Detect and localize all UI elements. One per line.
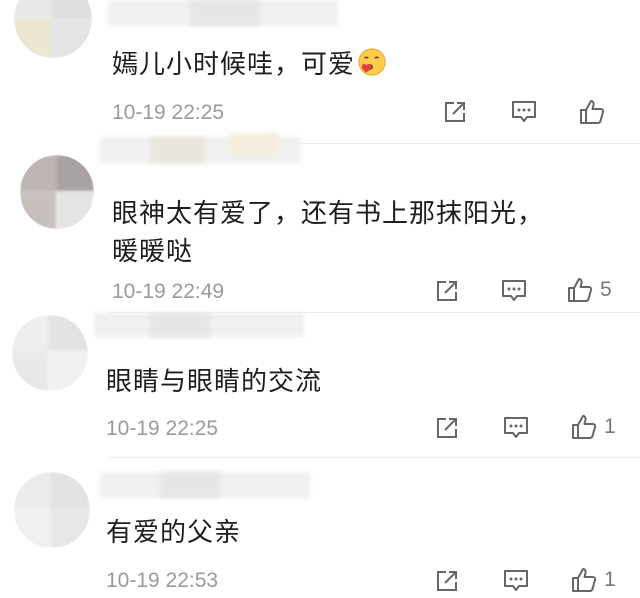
like-button[interactable] (578, 97, 612, 127)
share-button[interactable] (442, 97, 468, 127)
like-count: 1 (604, 568, 616, 591)
avatar[interactable] (20, 155, 94, 229)
comment-timestamp: 10-19 22:25 (112, 101, 225, 124)
comment-button[interactable] (502, 413, 530, 443)
divider (108, 457, 640, 458)
share-icon (437, 571, 457, 591)
avatar[interactable] (14, 472, 90, 548)
like-button[interactable]: 1 (570, 565, 616, 595)
comment-timestamp: 10-19 22:25 (106, 417, 219, 440)
share-icon (445, 102, 465, 122)
comment-icon (504, 417, 528, 438)
like-button[interactable]: 1 (570, 412, 616, 442)
like-count: 5 (600, 278, 612, 301)
comment-text: 有爱的父亲 (106, 518, 242, 548)
comment-button[interactable] (510, 97, 538, 127)
comment-timestamp: 10-19 22:53 (106, 569, 219, 592)
comment-icon (504, 570, 528, 591)
comment-item: 有爱的父亲 10-19 22:53 1 (0, 462, 640, 598)
like-button[interactable]: 5 (566, 275, 612, 305)
like-count: 1 (604, 415, 616, 438)
avatar[interactable] (14, 0, 92, 58)
comment-item: 嫣儿小时候哇，可爱 10-19 22:25 (0, 0, 640, 145)
like-icon (568, 278, 593, 302)
share-button[interactable] (434, 413, 460, 443)
like-icon (572, 568, 597, 592)
share-button[interactable] (434, 566, 460, 596)
like-icon (580, 100, 605, 124)
comment-button[interactable] (500, 276, 528, 306)
kissing-heart-emoji-icon (358, 48, 386, 76)
comment-icon (502, 280, 526, 301)
comment-item: 眼睛与眼睛的交流 10-19 22:25 1 (0, 313, 640, 458)
avatar[interactable] (12, 315, 88, 391)
comment-timestamp: 10-19 22:49 (112, 280, 225, 303)
comment-text: 眼睛与眼睛的交流 (106, 367, 323, 397)
share-icon (437, 281, 457, 301)
share-icon (437, 418, 457, 438)
comment-button[interactable] (502, 566, 530, 596)
share-button[interactable] (434, 276, 460, 306)
comment-icon (512, 101, 536, 122)
comment-text: 眼神太有爱了，还有书上那抹阳光， 暖暖哒 (112, 199, 545, 267)
comment-text: 嫣儿小时候哇，可爱 (112, 46, 387, 84)
comment-item: 眼神太有爱了，还有书上那抹阳光， 暖暖哒 10-19 22:49 5 (0, 133, 640, 313)
like-icon (572, 415, 597, 439)
